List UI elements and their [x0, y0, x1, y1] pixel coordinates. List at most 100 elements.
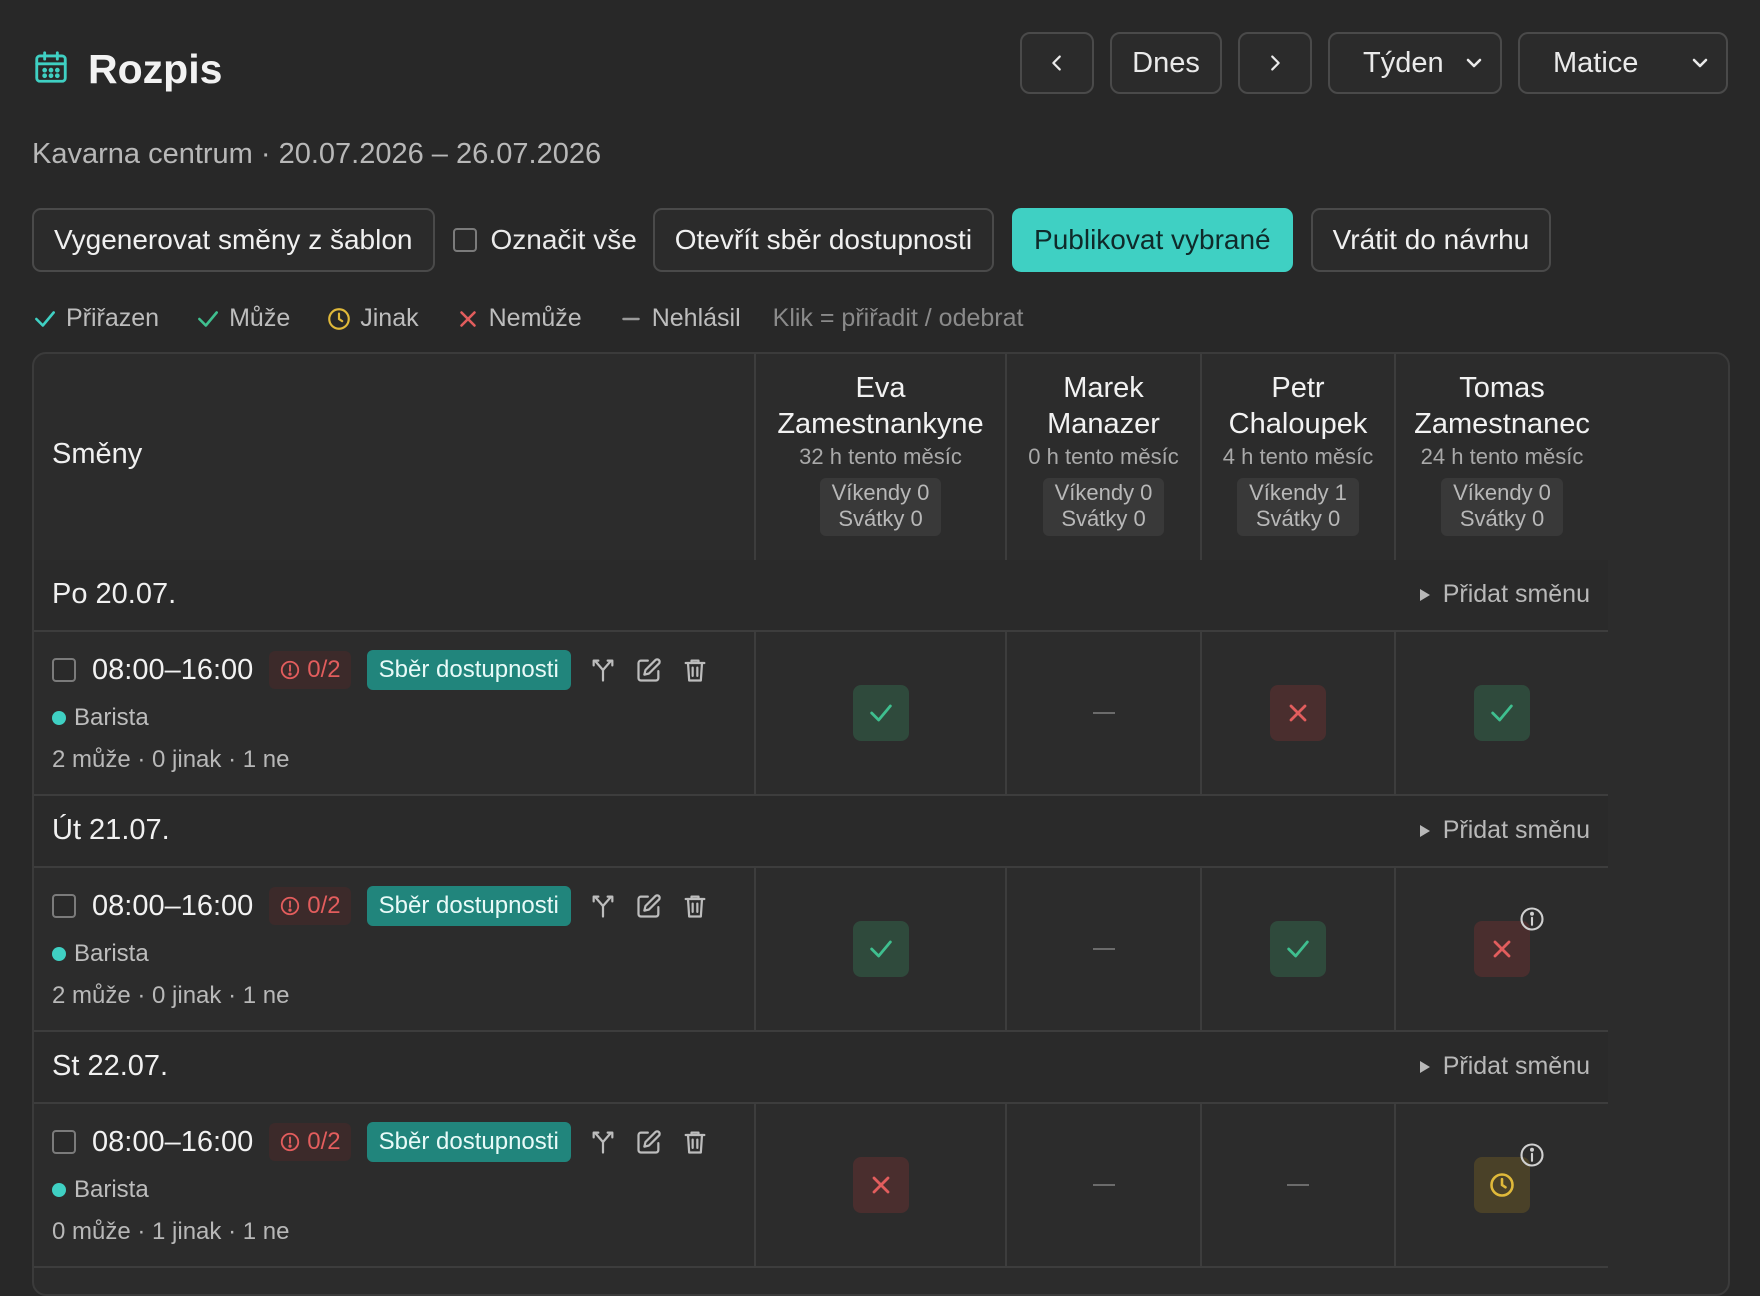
availability-cell[interactable]: [1394, 632, 1608, 794]
chevron-down-icon: [1466, 58, 1482, 68]
shift-checkbox[interactable]: [52, 1130, 76, 1154]
edit-icon[interactable]: [635, 656, 663, 684]
chevron-left-icon: [1052, 55, 1061, 71]
shift-role: Barista: [52, 1176, 149, 1204]
generate-shifts-button[interactable]: Vygenerovat směny z šablon: [32, 208, 435, 272]
add-shift-button[interactable]: Přidat směnu: [1417, 1052, 1590, 1081]
shift-checkbox[interactable]: [52, 658, 76, 682]
check-icon: [198, 310, 219, 327]
view-select[interactable]: Matice: [1518, 32, 1728, 94]
role-label: Barista: [74, 940, 149, 967]
clock-icon: [328, 307, 351, 330]
shift-checkbox[interactable]: [52, 894, 76, 918]
no-response-dash: [1092, 948, 1115, 950]
availability-maybe-tile[interactable]: [1474, 1143, 1544, 1213]
trash-icon[interactable]: [681, 892, 709, 920]
status-badge: Sběr dostupnosti: [366, 1122, 571, 1162]
add-shift-label: Přidat směnu: [1442, 816, 1590, 844]
availability-cell[interactable]: [1200, 1104, 1394, 1266]
holidays-count: Svátky 0: [1061, 506, 1146, 531]
employee-name-last: Chaloupek: [1228, 408, 1368, 440]
day-label: St 22.07.: [52, 1050, 169, 1082]
page-title: Rozpis: [88, 46, 223, 92]
availability-no-tile[interactable]: [852, 1157, 909, 1213]
x-icon: [1493, 940, 1511, 958]
holidays-count: Svátky 0: [1255, 506, 1341, 531]
availability-cell[interactable]: [1394, 868, 1608, 1030]
employee-name-first: Marek: [1063, 372, 1144, 404]
shift-header: 08:00–16:00 0/2 Sběr dostupnosti: [52, 1122, 709, 1162]
availability-ok-tile[interactable]: [852, 685, 909, 741]
shift-time: 08:00–16:00: [92, 1125, 254, 1158]
availability-ok-tile[interactable]: [1474, 685, 1530, 741]
staffing-warning-badge: 0/2: [269, 887, 351, 925]
availability-cell[interactable]: [1200, 868, 1394, 1030]
availability-ok-tile[interactable]: [1270, 921, 1326, 977]
shift-header: 08:00–16:00 0/2 Sběr dostupnosti: [52, 650, 709, 690]
select-all-checkbox[interactable]: Označit vše: [452, 224, 637, 256]
holidays-count: Svátky 0: [838, 506, 923, 531]
staffing-count: 0/2: [307, 1128, 341, 1155]
no-response-dash: [1092, 712, 1115, 714]
holidays-count: Svátky 0: [1459, 506, 1545, 531]
legend: Přiřazen Může Jinak Nemůže Nehlásil Klik…: [32, 304, 1023, 333]
trash-icon[interactable]: [681, 1128, 709, 1156]
toolbar: Vygenerovat směny z šablon Označit vše O…: [32, 208, 1552, 272]
legend-cannot: Nemůže: [455, 304, 582, 333]
split-icon[interactable]: [589, 892, 617, 920]
dash-icon: [621, 317, 640, 320]
alert-circle-icon: [281, 896, 300, 916]
period-select[interactable]: Týden: [1328, 32, 1502, 94]
legend-none: Nehlásil: [618, 304, 741, 333]
employee-name-first: Eva: [855, 372, 906, 404]
availability-no-tile[interactable]: [1474, 907, 1544, 977]
check-icon: [1287, 940, 1309, 958]
split-icon[interactable]: [589, 656, 617, 684]
availability-cell[interactable]: [754, 868, 1005, 1030]
prev-period-button[interactable]: [1020, 32, 1094, 94]
day-row: Út 21.07. Přidat směnu: [34, 796, 1608, 868]
add-shift-button[interactable]: Přidat směnu: [1417, 816, 1590, 845]
staffing-count: 0/2: [307, 892, 341, 919]
availability-cell[interactable]: [1005, 868, 1200, 1030]
period-select-value: Týden: [1363, 46, 1444, 79]
employee-header[interactable]: Eva Zamestnankyne 32 h tento měsíc Víken…: [754, 354, 1005, 560]
employee-stats: Víkendy 0 Svátky 0: [1441, 478, 1563, 536]
availability-ok-tile[interactable]: [852, 921, 909, 977]
employee-header[interactable]: Marek Manazer 0 h tento měsíc Víkendy 0 …: [1005, 354, 1200, 560]
add-shift-button[interactable]: Přidat směnu: [1417, 580, 1590, 609]
weekends-count: Víkendy 0: [1054, 480, 1153, 505]
day-row: Po 20.07. Přidat směnu: [34, 560, 1608, 632]
alert-circle-icon: [281, 660, 300, 680]
next-period-button[interactable]: [1238, 32, 1312, 94]
open-availability-collection-button[interactable]: Otevřít sběr dostupnosti: [652, 208, 995, 272]
availability-cell[interactable]: [754, 1104, 1005, 1266]
employee-header[interactable]: Petr Chaloupek 4 h tento měsíc Víkendy 1…: [1200, 354, 1394, 560]
x-icon: [459, 310, 476, 327]
revert-to-draft-button[interactable]: Vrátit do návrhu: [1310, 208, 1552, 272]
availability-cell[interactable]: [1200, 632, 1394, 794]
availability-cell[interactable]: [1394, 1104, 1608, 1266]
info-icon[interactable]: [1518, 905, 1546, 933]
add-shift-label: Přidat směnu: [1442, 1052, 1590, 1080]
employee-header[interactable]: Tomas Zamestnanec 24 h tento měsíc Víken…: [1394, 354, 1608, 560]
edit-icon[interactable]: [635, 892, 663, 920]
availability-cell[interactable]: [1005, 632, 1200, 794]
availability-no-tile[interactable]: [1270, 685, 1326, 741]
today-button[interactable]: Dnes: [1110, 32, 1222, 94]
matrix-header: Směny Eva Zamestnankyne 32 h tento měsíc…: [34, 354, 1608, 562]
trash-icon[interactable]: [681, 656, 709, 684]
availability-cell[interactable]: [754, 632, 1005, 794]
split-icon[interactable]: [589, 1128, 617, 1156]
check-icon: [869, 940, 892, 958]
role-color-dot: [52, 1183, 66, 1197]
info-icon[interactable]: [1518, 1141, 1546, 1169]
publish-selected-button[interactable]: Publikovat vybrané: [1012, 208, 1293, 272]
clock-icon: [1490, 1173, 1514, 1197]
employee-hours: 24 h tento měsíc: [1420, 444, 1584, 469]
edit-icon[interactable]: [635, 1128, 663, 1156]
legend-other-label: Jinak: [360, 304, 419, 332]
schedule-matrix: Směny Eva Zamestnankyne 32 h tento měsíc…: [32, 352, 1730, 1296]
availability-cell[interactable]: [1005, 1104, 1200, 1266]
checkbox-box[interactable]: [452, 228, 477, 252]
